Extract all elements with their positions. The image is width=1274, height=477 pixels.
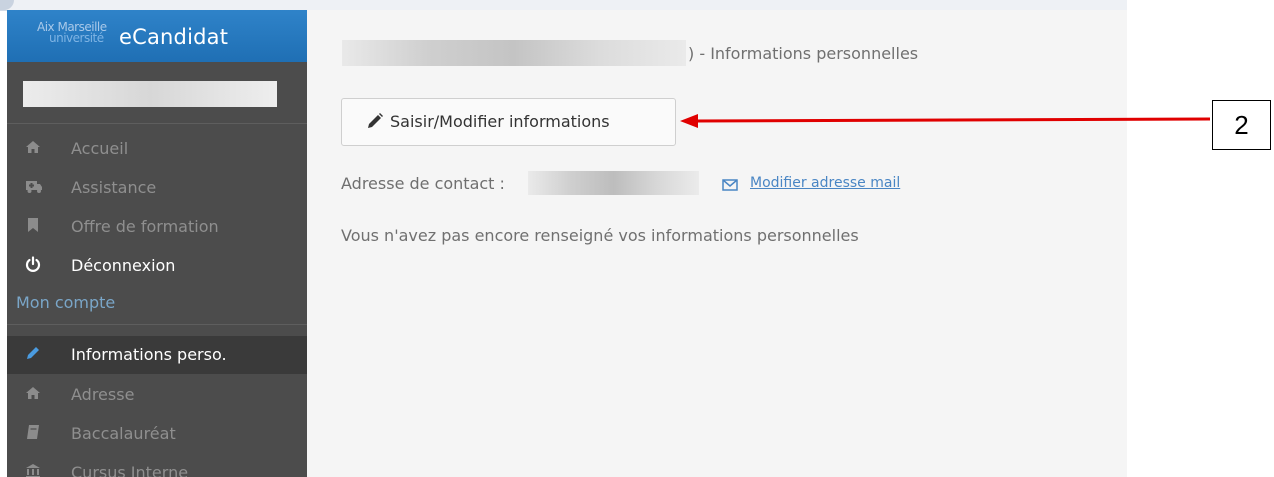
edit-personal-info-button[interactable]: Saisir/Modifier informations <box>341 98 676 146</box>
home-icon <box>25 385 41 403</box>
bank-icon <box>25 463 41 477</box>
sidebar-item-cursus-interne[interactable]: Cursus Interne <box>7 454 307 477</box>
sidebar-item-informations-perso[interactable]: Informations perso. <box>7 336 307 374</box>
pencil-icon <box>25 345 41 363</box>
sidebar-item-adresse[interactable]: Adresse <box>7 376 307 414</box>
section-title-mon-compte: Mon compte <box>16 293 116 312</box>
divider <box>7 123 307 124</box>
no-info-message: Vous n'avez pas encore renseigné vos inf… <box>341 226 859 245</box>
modify-email-label: Modifier adresse mail <box>750 175 901 191</box>
sidebar-item-label: Informations perso. <box>71 345 227 364</box>
window-corner <box>0 0 14 10</box>
sidebar-item-label: Déconnexion <box>71 256 176 275</box>
university-logo: Aix Marseille université <box>37 21 117 54</box>
bookmark-icon <box>25 217 41 235</box>
sidebar-item-label: Adresse <box>71 385 135 404</box>
sidebar-item-deconnexion[interactable]: Déconnexion <box>7 247 307 285</box>
pencil-icon <box>366 112 384 130</box>
sidebar-item-label: Baccalauréat <box>71 424 176 443</box>
contact-address-label: Adresse de contact : <box>341 174 505 193</box>
sidebar-item-label: Assistance <box>71 178 157 197</box>
page-title: ) - Informations personnelles <box>688 44 919 63</box>
power-icon <box>25 256 41 274</box>
sidebar-item-assistance[interactable]: Assistance <box>7 169 307 207</box>
sidebar-item-label: Accueil <box>71 139 129 158</box>
sidebar-item-label: Offre de formation <box>71 217 219 236</box>
sidebar-item-baccalaureat[interactable]: Baccalauréat <box>7 415 307 453</box>
contact-email-redacted <box>528 171 699 195</box>
divider <box>7 324 307 325</box>
sidebar-item-accueil[interactable]: Accueil <box>7 130 307 168</box>
candidate-name-redacted <box>342 40 686 66</box>
envelope-icon <box>722 177 738 191</box>
logo-line-2: université <box>49 31 104 45</box>
user-name-redacted <box>23 81 277 107</box>
ambulance-icon <box>25 178 42 196</box>
edit-button-label: Saisir/Modifier informations <box>390 112 610 131</box>
app-name: eCandidat <box>119 25 229 49</box>
sidebar-item-label: Cursus Interne <box>71 463 189 477</box>
sidebar: Aix Marseille université eCandidat Accue… <box>7 10 307 477</box>
annotation-number: 2 <box>1234 110 1249 140</box>
book-icon <box>25 424 41 442</box>
sidebar-item-offre-formation[interactable]: Offre de formation <box>7 208 307 246</box>
brand-header[interactable]: Aix Marseille université eCandidat <box>7 10 307 62</box>
home-icon <box>25 139 41 157</box>
annotation-callout-box: 2 <box>1212 100 1271 150</box>
